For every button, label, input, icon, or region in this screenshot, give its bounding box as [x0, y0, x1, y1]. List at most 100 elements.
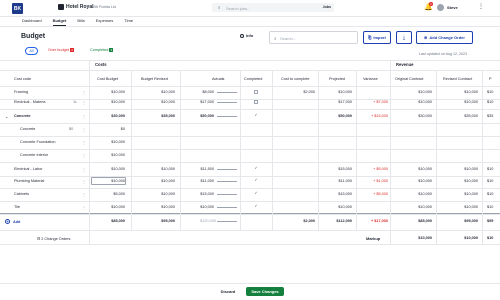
cost-budget-cell[interactable]: $10,000 — [92, 140, 125, 144]
col-budget-revised[interactable]: Budget Revised — [141, 77, 168, 81]
row-menu-icon[interactable]: ⋮ — [82, 153, 86, 158]
col-actuals[interactable]: Actuals — [212, 77, 224, 81]
add-row-button[interactable]: + Add — [5, 219, 20, 224]
col-cost-to-complete[interactable]: Cost to complete — [281, 77, 310, 81]
cost-code-name[interactable]: Concrete — [20, 127, 35, 131]
filter-all[interactable]: All — [25, 47, 38, 55]
col-cost-code[interactable]: Cost code — [14, 77, 31, 81]
row-menu-icon[interactable]: ⋮ — [82, 140, 86, 145]
col-variance[interactable]: Variance — [363, 77, 378, 81]
filter-completed[interactable]: Completed 4 — [90, 48, 114, 52]
budget-revised-cell[interactable]: $35,000 — [140, 114, 175, 118]
budget-revised-cell[interactable]: $10,000 — [140, 205, 175, 209]
completed-checkbox-checked[interactable]: ✓ — [254, 166, 258, 171]
row-menu-icon[interactable]: ⋮ — [82, 90, 86, 95]
original-contract-cell[interactable]: $30,000 — [398, 114, 432, 118]
cost-code-name[interactable]: Concrete — [14, 114, 30, 118]
search-scope-select[interactable]: Jobs — [323, 5, 331, 9]
cost-code-name[interactable]: Concrete Interior — [20, 153, 48, 157]
row-divider — [0, 201, 500, 202]
revised-contract-cell[interactable]: $10,000 — [441, 205, 478, 209]
col-completed[interactable]: Completed — [244, 77, 262, 81]
original-contract-cell[interactable]: $10,000 — [398, 179, 432, 183]
cost-budget-cell[interactable]: $10,000 — [92, 205, 125, 209]
cost-budget-cell[interactable]: $5,000 — [92, 192, 125, 196]
col-revised-contract[interactable]: Revised Contract — [443, 77, 472, 81]
more-menu-icon[interactable]: ⋮ — [478, 3, 484, 10]
completed-checkbox-checked[interactable]: ✓ — [254, 113, 258, 118]
app-logo[interactable]: BK — [12, 3, 23, 14]
cost-code-name[interactable]: Cabinets — [14, 192, 29, 196]
revised-contract-cell[interactable]: $10,000 — [441, 100, 478, 104]
download-button[interactable]: ⤓ — [396, 31, 412, 44]
cost-budget-cell[interactable]: $30,000 — [92, 114, 125, 118]
row-menu-icon[interactable]: ⋮ — [82, 192, 86, 197]
nav-dashboard[interactable]: Dashboard — [22, 18, 42, 26]
completed-checkbox[interactable] — [254, 90, 258, 94]
cost-budget-cell[interactable]: $10,000 — [92, 167, 125, 171]
col-cost-budget[interactable]: Cost Budget — [97, 77, 118, 81]
nav-bills[interactable]: Bills — [77, 18, 84, 26]
bell-icon[interactable]: 🔔 2 — [424, 2, 433, 12]
completed-checkbox-checked[interactable]: ✓ — [254, 178, 258, 183]
project-name[interactable]: Hotel Royal — [66, 4, 94, 10]
cost-code-name[interactable]: Electrical - Materia — [14, 100, 45, 104]
row-menu-icon[interactable]: ⋮ — [82, 127, 86, 132]
row-menu-icon[interactable]: ⋮ — [82, 114, 86, 119]
cost-budget-cell[interactable]: $10,000 — [92, 153, 125, 157]
budget-search-placeholder: Search... — [280, 36, 297, 41]
import-button[interactable]: ⎘ Import — [363, 31, 391, 44]
avatar[interactable] — [437, 4, 444, 11]
cost-budget-cell[interactable]: $10,000 — [92, 100, 125, 104]
cost-code-name[interactable]: Framing — [14, 90, 28, 94]
import-icon: ⎘ — [368, 35, 372, 40]
cost-code-name[interactable]: Electrical - Labor — [14, 167, 43, 171]
cost-code-name[interactable]: Plumbing Material — [14, 179, 44, 183]
original-contract-cell[interactable]: $10,000 — [398, 167, 432, 171]
col-p[interactable]: P — [489, 77, 492, 81]
original-contract-cell[interactable]: $10,000 — [398, 90, 432, 94]
row-menu-icon[interactable]: ⋮ — [82, 179, 86, 184]
budget-revised-cell[interactable]: $10,000 — [140, 192, 175, 196]
filter-over-budget[interactable]: Over budget 3 — [48, 48, 74, 52]
user-name[interactable]: Steve — [447, 5, 458, 10]
change-orders-toggle[interactable]: ⊟ 2 Change Orders — [37, 236, 70, 241]
budget-revised-cell[interactable]: $10,000 — [140, 179, 175, 183]
add-change-order-button[interactable]: ⊕ Add Change Order — [416, 31, 473, 44]
budget-revised-cell[interactable]: $10,000 — [140, 90, 175, 94]
revised-contract-cell[interactable]: $10,000 — [441, 90, 478, 94]
completed-checkbox[interactable] — [254, 100, 258, 104]
col-original-contract[interactable]: Original Contract — [395, 77, 424, 81]
budget-revised-cell[interactable]: $10,000 — [140, 100, 175, 104]
revised-contract-cell[interactable]: $10,000 — [441, 192, 478, 196]
nav-expenses[interactable]: Expenses — [96, 18, 114, 26]
budget-revised-cell[interactable]: $10,000 — [140, 167, 175, 171]
original-contract-cell[interactable]: $10,000 — [398, 192, 432, 196]
row-menu-icon[interactable]: ⋮ — [82, 205, 86, 210]
col-projected[interactable]: Projected — [329, 77, 345, 81]
info-button[interactable]: Info — [240, 33, 253, 38]
budget-search-input[interactable]: ⌕ Search... — [269, 31, 358, 44]
cost-code-name[interactable]: Tile — [14, 205, 20, 209]
nav-time[interactable]: Time — [124, 18, 133, 26]
revised-contract-cell[interactable]: $10,000 — [441, 179, 478, 183]
completed-checkbox-checked[interactable]: ✓ — [254, 204, 258, 209]
revised-contract-cell[interactable]: $10,000 — [441, 167, 478, 171]
original-contract-cell[interactable]: $10,000 — [398, 205, 432, 209]
row-menu-icon[interactable]: ⋮ — [82, 167, 86, 172]
cost-budget-cell[interactable]: $10,000 — [92, 179, 125, 183]
cost-budget-cell[interactable]: $0 — [92, 127, 125, 131]
cost-code-badge: $0 — [69, 127, 74, 131]
variance-cell: + $5,000 — [373, 192, 388, 196]
cost-budget-cell[interactable]: $10,000 — [92, 90, 125, 94]
row-menu-icon[interactable]: ⋮ — [82, 100, 86, 105]
discard-button[interactable]: Discard — [214, 287, 242, 296]
nav-budget[interactable]: Budget — [52, 18, 67, 26]
global-search[interactable]: ⌕ Search jobs... Jobs — [212, 3, 334, 12]
save-changes-button[interactable]: Save Changes — [246, 287, 284, 296]
chevron-down-icon[interactable]: ⌄ — [5, 114, 8, 119]
revised-contract-cell[interactable]: $35,000 — [441, 114, 478, 118]
original-contract-cell[interactable]: $10,000 — [398, 100, 432, 104]
completed-checkbox-checked[interactable]: ✓ — [254, 191, 258, 196]
cost-code-name[interactable]: Concrete Foundation — [20, 140, 55, 144]
